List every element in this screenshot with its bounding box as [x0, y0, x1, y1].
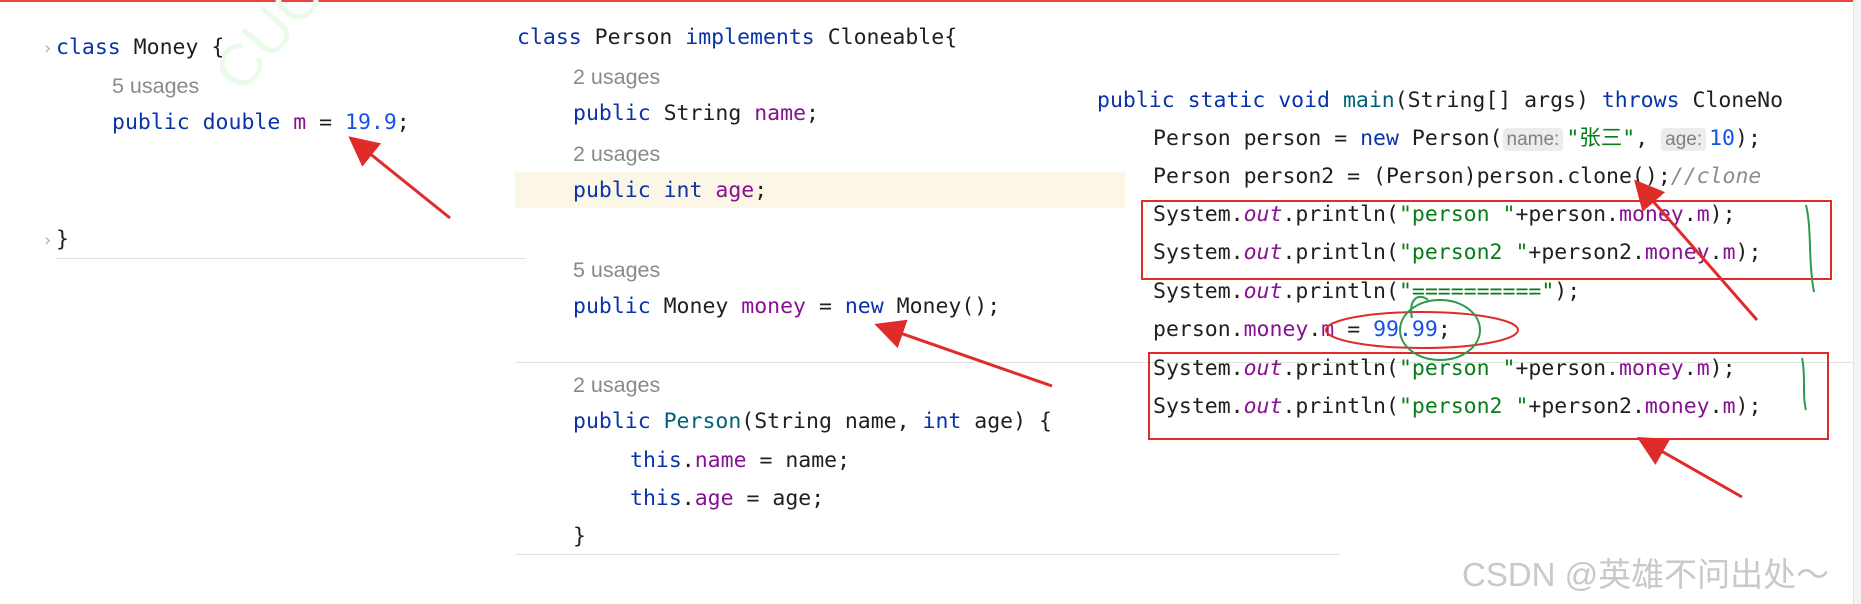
red-circle: [1325, 311, 1519, 349]
red-arrow-1: [348, 136, 451, 220]
red-arrow-3: [1634, 179, 1759, 321]
annotation-overlay: [348, 136, 1815, 499]
red-arrow-4: [1636, 437, 1743, 499]
csdn-watermark: CSDN @英雄不问出处～: [1462, 556, 1830, 593]
green-tick-2: [1801, 357, 1807, 411]
green-tick-1: [1805, 204, 1815, 293]
red-arrow-2: [874, 319, 1053, 388]
